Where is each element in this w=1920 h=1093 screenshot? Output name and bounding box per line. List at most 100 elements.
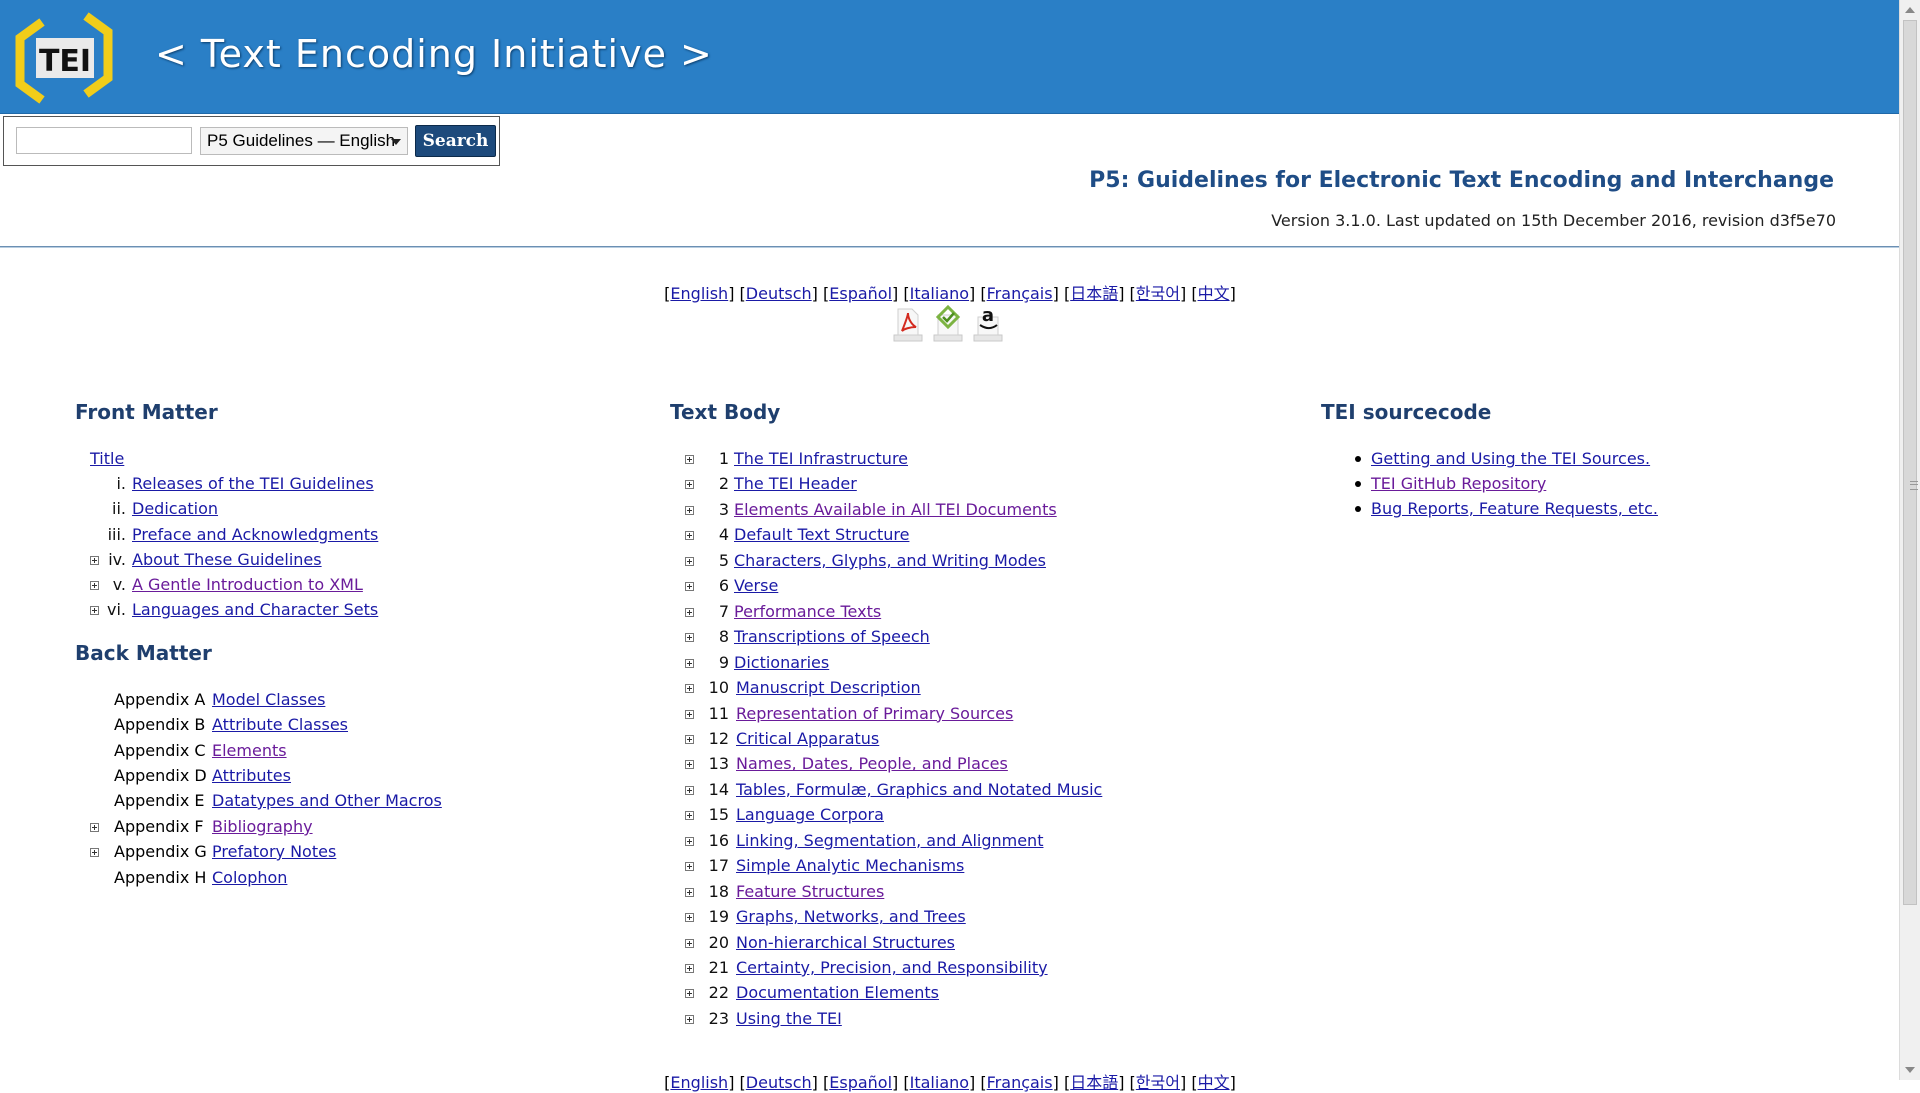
expand-icon[interactable] bbox=[685, 684, 694, 693]
expand-icon[interactable] bbox=[685, 938, 694, 948]
back-matter-link[interactable]: Colophon bbox=[212, 866, 287, 890]
chapter-number: 15 bbox=[708, 805, 729, 825]
format-links: a bbox=[892, 305, 1010, 345]
expand-icon[interactable] bbox=[685, 556, 694, 566]
expand-icon[interactable] bbox=[685, 989, 694, 999]
back-matter-link[interactable]: Prefatory Notes bbox=[212, 840, 336, 864]
language-link[interactable]: English bbox=[670, 1073, 728, 1092]
expand-icon[interactable] bbox=[685, 607, 694, 617]
back-matter-heading: Back Matter bbox=[75, 641, 212, 665]
expand-icon[interactable] bbox=[685, 785, 694, 795]
chapter-link[interactable]: Simple Analytic Mechanisms bbox=[736, 854, 964, 878]
language-link[interactable]: 日本語 bbox=[1070, 284, 1118, 303]
expand-icon[interactable] bbox=[685, 811, 694, 821]
expand-icon[interactable] bbox=[685, 964, 694, 973]
front-matter-link[interactable]: A Gentle Introduction to XML bbox=[132, 573, 363, 597]
chapter-link[interactable]: Documentation Elements bbox=[736, 981, 939, 1005]
language-link[interactable]: 日本語 bbox=[1070, 1073, 1118, 1092]
expand-icon[interactable] bbox=[685, 505, 694, 515]
chapter-link[interactable]: Dictionaries bbox=[734, 651, 829, 675]
language-link[interactable]: 한국어 bbox=[1136, 284, 1180, 303]
chapter-link[interactable]: Linking, Segmentation, and Alignment bbox=[736, 829, 1043, 853]
search-input[interactable] bbox=[16, 127, 192, 154]
vertical-scrollbar[interactable] bbox=[1899, 0, 1920, 1080]
front-matter-link[interactable]: Preface and Acknowledgments bbox=[132, 523, 378, 547]
language-link[interactable]: 中文 bbox=[1198, 1073, 1230, 1092]
chapter-link[interactable]: Verse bbox=[734, 574, 778, 598]
chapter-link[interactable]: The TEI Infrastructure bbox=[734, 447, 908, 471]
language-link[interactable]: Deutsch bbox=[746, 1073, 812, 1092]
chapter-link[interactable]: Characters, Glyphs, and Writing Modes bbox=[734, 549, 1046, 573]
chapter-link[interactable]: Representation of Primary Sources bbox=[736, 702, 1013, 726]
back-matter-link[interactable]: Model Classes bbox=[212, 688, 325, 712]
expand-icon[interactable] bbox=[685, 836, 694, 846]
scroll-down-arrow-icon[interactable] bbox=[1905, 1067, 1915, 1073]
language-link[interactable]: Deutsch bbox=[746, 284, 812, 303]
expand-icon[interactable] bbox=[685, 735, 694, 744]
search-button[interactable]: Search bbox=[415, 125, 496, 157]
chapter-link[interactable]: Performance Texts bbox=[734, 600, 881, 624]
language-link[interactable]: 中文 bbox=[1198, 284, 1230, 303]
expand-icon[interactable] bbox=[685, 658, 694, 668]
scroll-thumb[interactable] bbox=[1903, 20, 1918, 905]
sourcecode-link[interactable]: TEI GitHub Repository bbox=[1371, 472, 1546, 496]
expand-icon[interactable] bbox=[685, 862, 694, 872]
back-matter-link[interactable]: Elements bbox=[212, 739, 287, 763]
language-link[interactable]: Français bbox=[987, 1073, 1053, 1092]
back-matter-link[interactable]: Attribute Classes bbox=[212, 713, 348, 737]
language-link[interactable]: Español bbox=[829, 284, 892, 303]
chapter-link[interactable]: Critical Apparatus bbox=[736, 727, 879, 751]
amazon-icon[interactable]: a bbox=[972, 305, 1004, 343]
front-matter-link[interactable]: Releases of the TEI Guidelines bbox=[132, 472, 374, 496]
front-matter-link[interactable]: About These Guidelines bbox=[132, 548, 322, 572]
scroll-up-arrow-icon[interactable] bbox=[1905, 7, 1915, 13]
epub-icon[interactable] bbox=[932, 305, 964, 343]
chapter-link[interactable]: Transcriptions of Speech bbox=[734, 625, 930, 649]
back-matter-item: Appendix F Bibliography bbox=[90, 815, 510, 839]
expand-icon[interactable] bbox=[685, 455, 694, 464]
chapter-link[interactable]: Names, Dates, People, and Places bbox=[736, 752, 1008, 776]
chapter-link[interactable]: Default Text Structure bbox=[734, 523, 909, 547]
pdf-icon[interactable] bbox=[892, 305, 924, 343]
chapter-link[interactable]: The TEI Header bbox=[734, 472, 857, 496]
front-matter-link[interactable]: Dedication bbox=[132, 497, 218, 521]
chapter-link[interactable]: Using the TEI bbox=[736, 1007, 842, 1031]
chapter-link[interactable]: Certainty, Precision, and Responsibility bbox=[736, 956, 1048, 980]
chapter-link[interactable]: Feature Structures bbox=[736, 880, 884, 904]
language-link[interactable]: Italiano bbox=[910, 1073, 969, 1092]
chapter-link[interactable]: Manuscript Description bbox=[736, 676, 921, 700]
sourcecode-link[interactable]: Getting and Using the TEI Sources. bbox=[1371, 447, 1650, 471]
grip-icon bbox=[1910, 481, 1918, 490]
expand-icon[interactable] bbox=[90, 823, 99, 832]
chapter-number: 10 bbox=[708, 678, 729, 697]
language-link[interactable]: Español bbox=[829, 1073, 892, 1092]
back-matter-link[interactable]: Attributes bbox=[212, 764, 291, 788]
expand-icon[interactable] bbox=[685, 531, 694, 541]
expand-icon[interactable] bbox=[90, 848, 99, 857]
front-matter-link[interactable]: Languages and Character Sets bbox=[132, 598, 378, 622]
expand-icon[interactable] bbox=[685, 913, 694, 923]
language-link[interactable]: 한국어 bbox=[1136, 1073, 1180, 1092]
guidelines-language-select[interactable]: P5 Guidelines — English bbox=[200, 127, 408, 155]
chapter-link[interactable]: Language Corpora bbox=[736, 803, 884, 827]
language-link[interactable]: Français bbox=[987, 284, 1053, 303]
expand-icon[interactable] bbox=[685, 760, 694, 770]
back-matter-link[interactable]: Datatypes and Other Macros bbox=[212, 789, 442, 813]
sourcecode-link[interactable]: Bug Reports, Feature Requests, etc. bbox=[1371, 497, 1658, 521]
chapter-link[interactable]: Tables, Formulæ, Graphics and Notated Mu… bbox=[736, 778, 1102, 802]
expand-icon[interactable] bbox=[685, 633, 694, 643]
chapter-link[interactable]: Non-hierarchical Structures bbox=[736, 931, 955, 955]
expand-icon[interactable] bbox=[685, 1014, 694, 1024]
language-link[interactable]: Italiano bbox=[910, 284, 969, 303]
back-matter-link[interactable]: Bibliography bbox=[212, 815, 313, 839]
tei-logo[interactable]: TEI bbox=[12, 8, 116, 106]
chapter-link[interactable]: Graphs, Networks, and Trees bbox=[736, 905, 966, 929]
expand-icon[interactable] bbox=[685, 480, 694, 490]
text-body-item: 3 Elements Available in All TEI Documents bbox=[685, 498, 1185, 522]
expand-icon[interactable] bbox=[685, 887, 694, 897]
title-link[interactable]: Title bbox=[90, 449, 124, 468]
expand-icon[interactable] bbox=[685, 582, 694, 592]
expand-icon[interactable] bbox=[685, 709, 694, 719]
language-link[interactable]: English bbox=[670, 284, 728, 303]
chapter-link[interactable]: Elements Available in All TEI Documents bbox=[734, 498, 1057, 522]
